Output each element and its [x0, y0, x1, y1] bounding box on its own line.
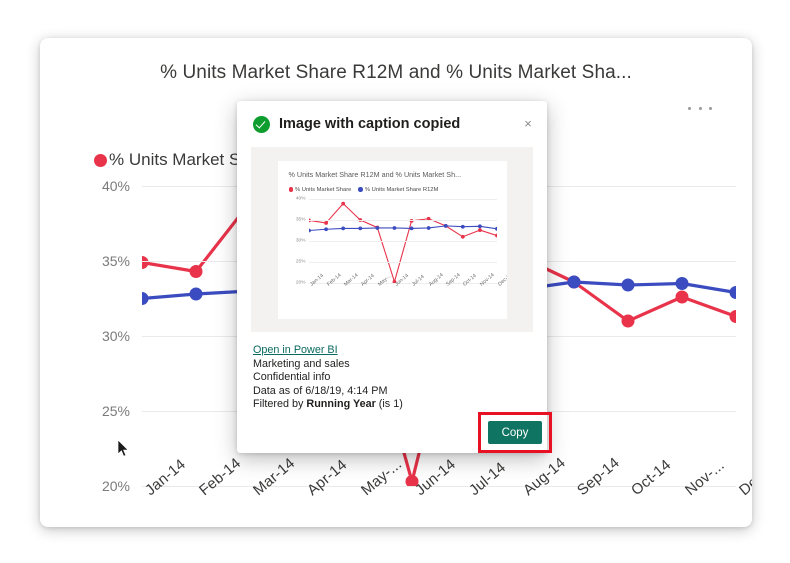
data-point	[675, 277, 689, 290]
caption-filter-prefix: Filtered by	[253, 398, 307, 411]
series-line	[308, 224, 497, 231]
y-axis-tick-label: 40%	[295, 196, 306, 201]
caption-data-as-of: Data as of 6/18/19, 4:14 PM	[253, 384, 388, 397]
data-point	[189, 265, 203, 278]
preview-legend-label-0: % Units Market Share	[295, 186, 352, 193]
data-point	[443, 223, 448, 228]
data-point	[142, 292, 149, 305]
data-point	[426, 225, 431, 230]
open-in-power-bi-link-row: Open in Power BI	[253, 344, 403, 358]
data-point	[357, 226, 362, 230]
screenshot-root: % Units Market Share R12M and % Units Ma…	[0, 0, 790, 563]
y-axis-tick-label: 25%	[101, 403, 130, 419]
y-axis-tick-label: 20%	[295, 280, 306, 285]
more-options-icon[interactable]	[688, 100, 712, 116]
page-title: % Units Market Share R12M and % Units Ma…	[160, 62, 632, 83]
data-point	[460, 224, 465, 229]
data-point	[323, 220, 328, 225]
data-point	[621, 314, 635, 328]
preview-chart-x-axis: Jan-14 Feb-14 Mar-14 Apr-14 May-... Jun-14 Jul…	[309, 272, 507, 313]
data-point	[477, 223, 482, 228]
main-chart-y-axis: 40% 35% 30% 25% 20%	[86, 178, 136, 494]
main-chart-x-axis: Jan-14 Feb-14 Mar-14 Apr-14 May-... Jun-14 Jul…	[142, 454, 752, 527]
y-axis-tick-label: 25%	[295, 259, 306, 264]
preview-chart-card: % Units Market Share R12M and % Units Ma…	[277, 160, 507, 319]
y-axis-tick-label: 35%	[101, 253, 130, 269]
preview-chart-plot: 40% 35% 30% 25% 20%	[289, 196, 497, 285]
series-line	[308, 202, 497, 282]
gridline	[308, 198, 497, 200]
data-point	[729, 286, 736, 299]
y-axis-tick-label: 20%	[101, 478, 130, 494]
close-icon[interactable]: ×	[519, 115, 537, 133]
data-point	[308, 228, 311, 232]
dialog-title: Image with caption copied	[279, 116, 461, 132]
data-point	[494, 226, 497, 231]
data-point	[494, 233, 497, 237]
caption-workspace: Marketing and sales	[253, 357, 350, 370]
preview-legend-marker-1	[358, 187, 363, 192]
caption-filter-value: (is 1)	[375, 398, 403, 411]
caption-filter: Filtered by Running Year (is 1)	[253, 398, 403, 412]
data-point	[323, 226, 328, 231]
data-point	[142, 256, 149, 269]
data-point	[729, 310, 736, 323]
check-circle-icon	[253, 115, 270, 133]
x-axis-tick-label: Dec-14	[736, 454, 752, 500]
data-point	[477, 227, 482, 232]
preview-chart-title: % Units Market Share R12M and % Units Ma…	[288, 169, 462, 179]
image-preview-panel: % Units Market Share R12M and % Units Ma…	[251, 147, 533, 332]
gridline	[308, 240, 497, 242]
x-axis-tick-label: Dec-14	[496, 271, 507, 288]
data-point	[409, 226, 413, 230]
gridline	[308, 261, 497, 263]
y-axis-tick-label: 30%	[101, 328, 130, 344]
preview-legend-item-1: % Units Market Share R12M	[358, 187, 438, 193]
caption-block: Open in Power BI Marketing and sales Con…	[253, 344, 403, 412]
preview-legend-marker-0	[288, 187, 293, 192]
caption-sensitivity: Confidential info	[253, 371, 331, 384]
y-axis-tick-label: 30%	[295, 238, 306, 243]
y-axis-tick-label: 40%	[101, 178, 130, 194]
data-point	[567, 275, 581, 289]
data-point	[460, 234, 465, 239]
preview-chart-legend: % Units Market Share % Units Market Shar…	[288, 186, 438, 193]
legend-marker-units-market-share	[94, 153, 107, 167]
y-axis-tick-label: 35%	[295, 217, 306, 222]
gridline	[308, 219, 497, 221]
data-point	[340, 226, 345, 230]
caption-filter-name: Running Year	[306, 398, 376, 411]
preview-legend-item-0: % Units Market Share	[288, 186, 352, 193]
data-point	[189, 287, 203, 301]
data-point	[621, 278, 635, 292]
dialog-header: Image with caption copied ×	[237, 101, 547, 147]
open-in-power-bi-link[interactable]: Open in Power BI	[253, 344, 338, 356]
copy-button[interactable]: Copy	[488, 421, 542, 444]
data-point	[340, 201, 345, 206]
preview-legend-label-1: % Units Market Share R12M	[364, 186, 439, 193]
data-point	[392, 225, 396, 230]
data-point	[374, 225, 379, 230]
copied-confirmation-dialog: Image with caption copied × % Units Mark…	[237, 101, 547, 453]
data-point	[675, 290, 689, 304]
